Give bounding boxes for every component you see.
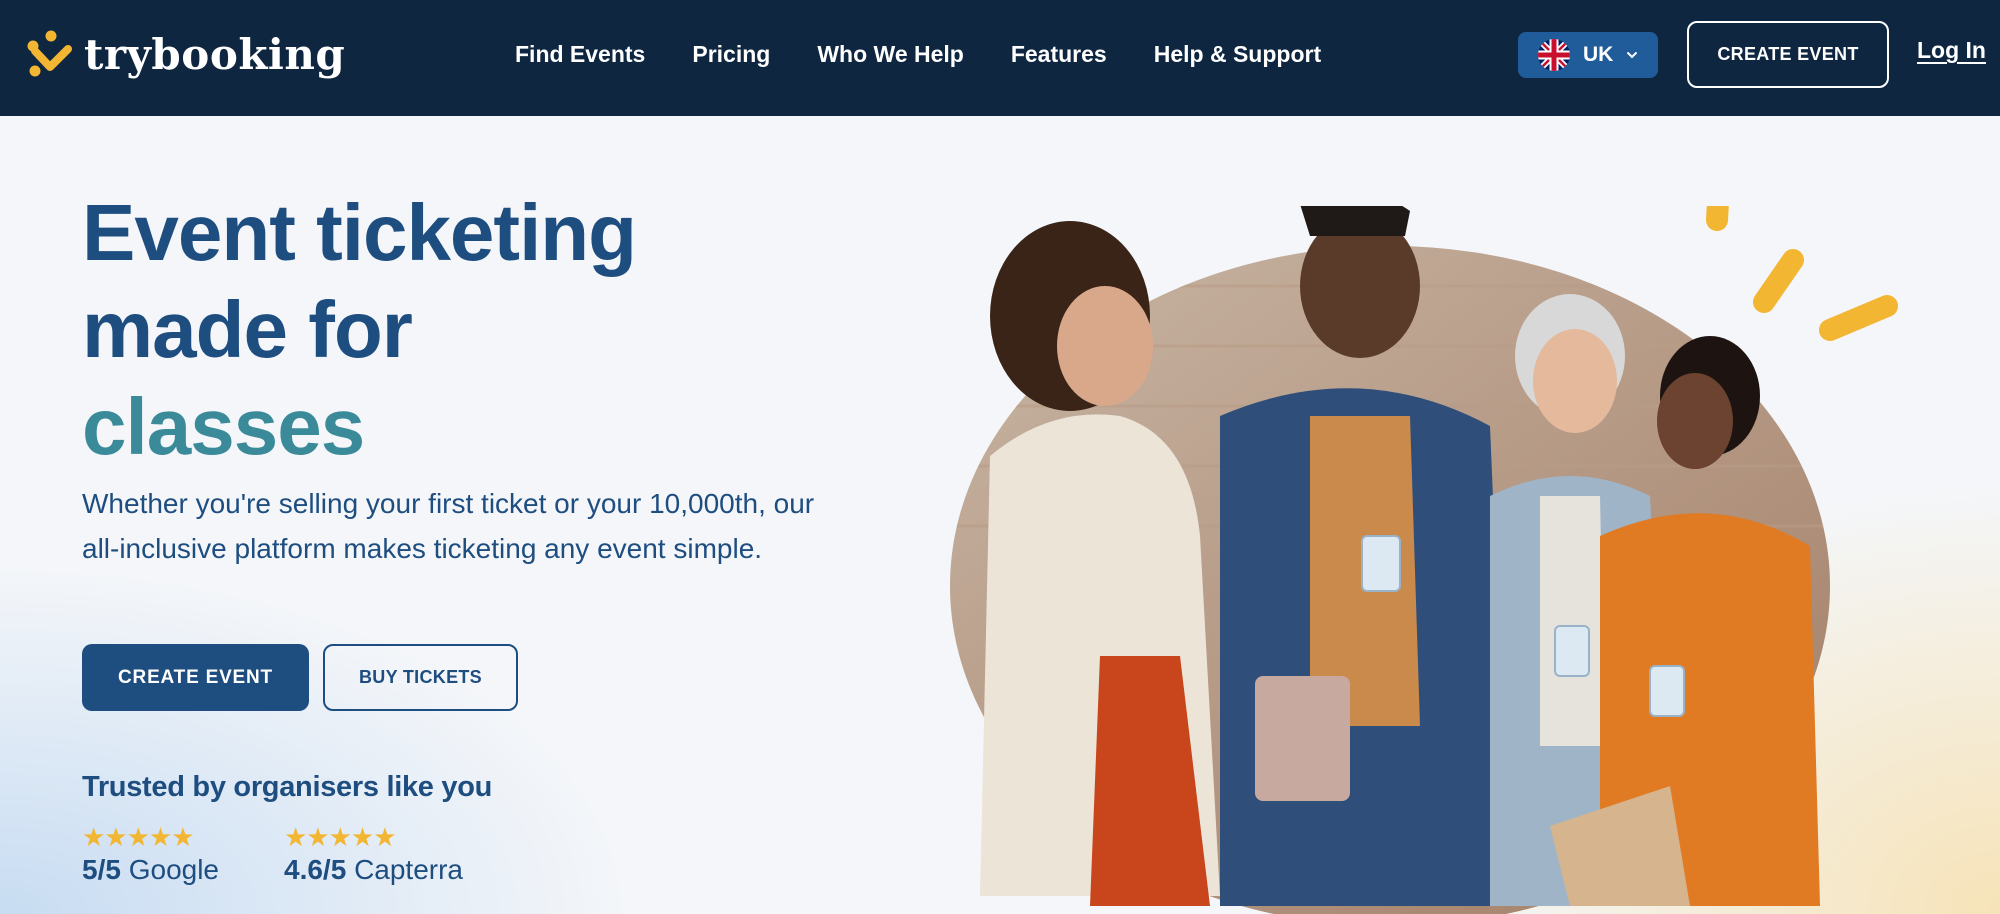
star-rating-icon: ★★★★★ xyxy=(82,822,195,852)
chevron-down-icon xyxy=(1627,52,1638,59)
login-link[interactable]: Log In xyxy=(1917,37,1986,64)
rating-capterra: ★★★★★ 4.6/5 Capterra xyxy=(284,824,463,886)
trusted-title: Trusted by organisers like you xyxy=(82,771,493,803)
headline-line-2: made for xyxy=(82,285,413,374)
main-nav: Find Events Pricing Who We Help Features… xyxy=(515,36,1368,72)
rating-score: 4.6/5 xyxy=(284,854,347,885)
rating-source: Capterra xyxy=(354,854,463,885)
hero-subtext: Whether you're selling your first ticket… xyxy=(82,488,815,564)
nav-features[interactable]: Features xyxy=(1011,36,1107,72)
rating-capterra-text: 4.6/5 Capterra xyxy=(284,854,463,886)
headline-line-1: Event ticketing xyxy=(82,188,637,277)
rating-google: ★★★★★ 5/5 Google xyxy=(82,824,219,886)
sparkle-decoration xyxy=(1706,206,1898,341)
headline-accent: classes xyxy=(82,382,365,471)
hero-section: Event ticketing made for classes Whether… xyxy=(0,116,2000,914)
hero-people-photo xyxy=(950,206,1898,914)
logo-mark-icon xyxy=(27,30,72,77)
nav-who-we-help[interactable]: Who We Help xyxy=(817,36,964,72)
nav-find-events[interactable]: Find Events xyxy=(515,36,645,72)
rating-source: Google xyxy=(128,854,220,885)
rating-score: 5/5 xyxy=(82,854,121,885)
rating-google-text: 5/5 Google xyxy=(82,854,219,886)
top-navbar: trybooking Find Events Pricing Who We He… xyxy=(0,0,2000,116)
star-rating-icon: ★★★★★ xyxy=(284,822,397,852)
create-event-button[interactable]: CREATE EVENT xyxy=(82,644,309,711)
nav-pricing[interactable]: Pricing xyxy=(692,36,770,72)
brand-logo[interactable]: trybooking xyxy=(26,24,345,84)
nav-help-support[interactable]: Help & Support xyxy=(1154,36,1321,72)
uk-flag-icon xyxy=(1538,39,1570,71)
region-label: UK xyxy=(1583,43,1614,66)
hero-headline: Event ticketing made for classes xyxy=(82,184,637,475)
buy-tickets-button[interactable]: BUY TICKETS xyxy=(323,644,518,711)
nav-create-event-button[interactable]: CREATE EVENT xyxy=(1687,21,1889,88)
region-selector[interactable]: UK xyxy=(1518,32,1658,78)
brand-name: trybooking xyxy=(84,29,346,79)
